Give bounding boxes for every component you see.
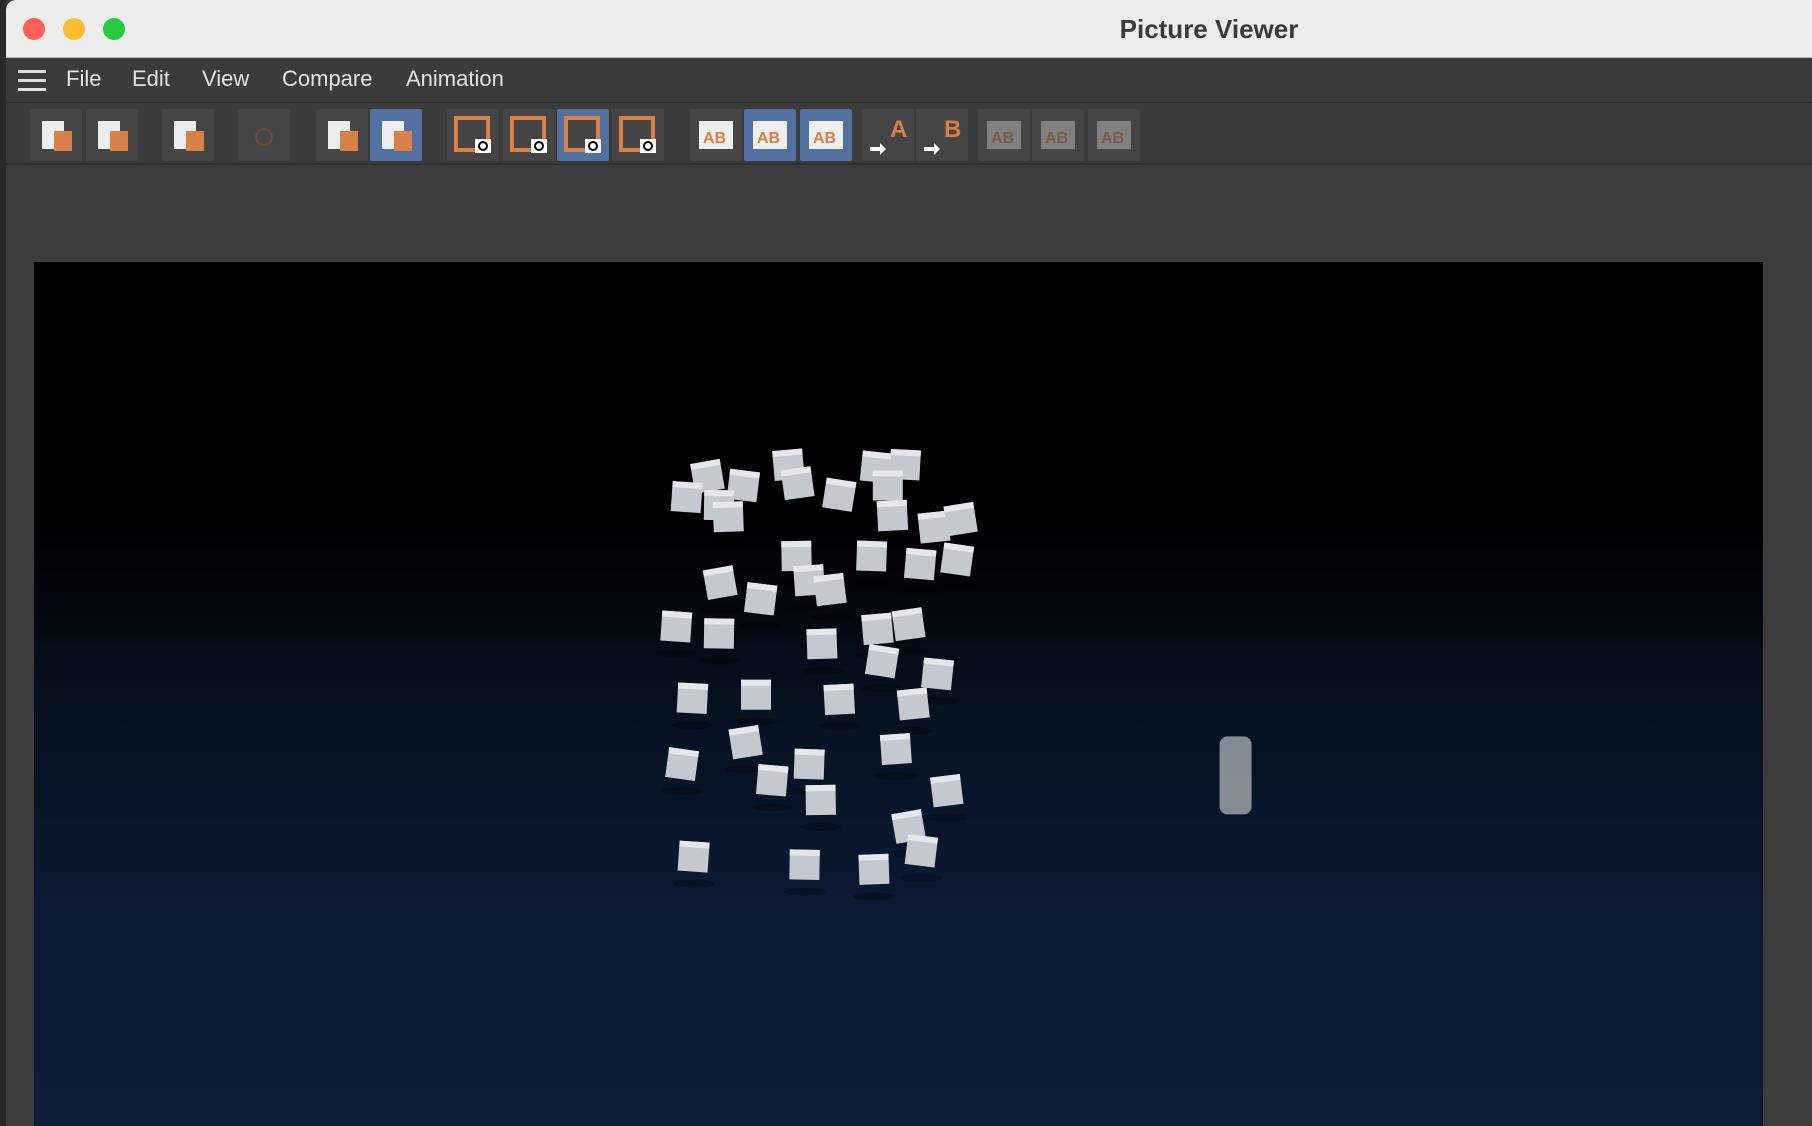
filmstrip-list-button[interactable]	[370, 109, 422, 161]
cube	[818, 683, 861, 731]
cube	[818, 477, 861, 526]
ab-split-vertical-icon: AB	[987, 121, 1021, 149]
save-button[interactable]	[86, 109, 138, 161]
cube	[874, 733, 917, 781]
cube	[672, 840, 715, 888]
ab-overlay-icon: AB	[809, 121, 843, 149]
ab-swap-button[interactable]: AB	[1088, 109, 1140, 161]
view-image-b-icon	[510, 116, 547, 153]
view-alpha-icon	[619, 116, 656, 153]
cube	[892, 687, 935, 736]
cube	[783, 849, 826, 896]
cube	[899, 547, 942, 596]
cube	[871, 499, 914, 547]
set-a-icon: A	[870, 116, 907, 155]
cube	[861, 644, 904, 693]
toolbar: AB AB AB A B AB AB AB	[6, 103, 1812, 165]
cube	[739, 582, 782, 630]
filmstrip-list-icon	[382, 121, 412, 151]
window-title: Picture Viewer	[1119, 14, 1299, 44]
svg-text:AB: AB	[813, 130, 836, 147]
cube	[925, 773, 968, 822]
menu-file[interactable]: File	[66, 66, 101, 92]
cube	[671, 682, 714, 730]
svg-text:AB: AB	[703, 130, 726, 147]
save-icon	[98, 121, 128, 151]
svg-text:AB: AB	[1045, 130, 1068, 147]
ab-compare-button[interactable]: AB	[690, 109, 742, 161]
menu-bar: File Edit View Compare Animation	[6, 58, 1812, 103]
ab-overlay-button[interactable]: AB	[800, 109, 852, 161]
svg-text:B: B	[944, 116, 961, 143]
render-animation-icon	[174, 121, 204, 151]
view-image-a-button[interactable]	[447, 109, 499, 161]
cylinder	[1219, 736, 1252, 815]
cube	[850, 540, 893, 588]
remove-image-icon	[328, 121, 358, 151]
hamburger-menu-icon[interactable]	[18, 70, 46, 92]
open-icon	[42, 121, 72, 151]
stop-render-icon	[255, 128, 273, 146]
view-image-a-icon	[454, 116, 491, 153]
svg-text:AB: AB	[1101, 130, 1124, 147]
menu-view[interactable]: View	[202, 66, 249, 92]
rendered-image	[655, 448, 1252, 901]
set-b-button[interactable]: B	[916, 109, 968, 161]
ab-split-horizontal-icon: AB	[1041, 121, 1075, 149]
view-image-b-button[interactable]	[503, 109, 555, 161]
svg-text:AB: AB	[991, 130, 1014, 147]
title-bar: Picture Viewer	[6, 0, 1812, 58]
render-viewport	[34, 262, 1763, 1126]
ab-split-vertical-button[interactable]: AB	[978, 109, 1030, 161]
cube	[735, 679, 778, 726]
ab-view-icon: AB	[753, 121, 787, 149]
cube	[655, 610, 698, 658]
cube	[707, 501, 750, 548]
menu-edit[interactable]: Edit	[132, 66, 170, 92]
stop-render-button[interactable]	[238, 109, 290, 161]
ab-swap-icon: AB	[1097, 121, 1131, 149]
svg-text:A: A	[890, 116, 907, 143]
cube	[809, 572, 852, 621]
view-channels-button[interactable]	[557, 109, 609, 161]
cube	[699, 565, 742, 614]
remove-image-button[interactable]	[316, 109, 368, 161]
cube	[852, 853, 895, 901]
menu-animation[interactable]: Animation	[406, 66, 504, 92]
cube	[800, 628, 843, 675]
ab-compare-icon: AB	[699, 121, 733, 149]
view-alpha-button[interactable]	[612, 109, 664, 161]
menu-compare[interactable]: Compare	[282, 66, 372, 92]
open-button[interactable]	[30, 109, 82, 161]
set-a-button[interactable]: A	[862, 109, 914, 161]
ab-split-horizontal-button[interactable]: AB	[1032, 109, 1084, 161]
set-b-icon: B	[924, 116, 961, 155]
ab-view-button[interactable]: AB	[744, 109, 796, 161]
render-animation-button[interactable]	[162, 109, 214, 161]
cube	[661, 747, 704, 796]
cube	[936, 542, 979, 591]
cube	[799, 784, 842, 831]
cube	[698, 618, 741, 665]
view-channels-icon	[564, 116, 601, 153]
svg-text:AB: AB	[757, 130, 780, 147]
